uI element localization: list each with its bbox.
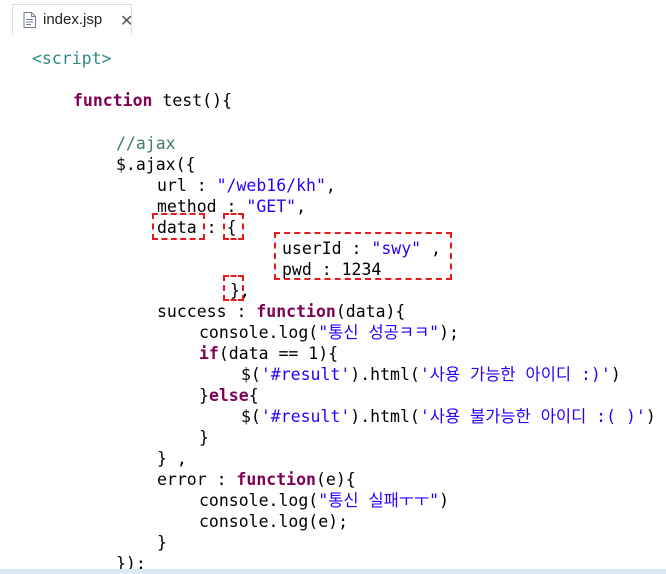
code-line-log-error: console.log(e); xyxy=(199,512,349,531)
jsp-file-icon xyxy=(23,12,36,28)
code-line-url: url : "/web16/kh", xyxy=(157,176,336,195)
code-line-success: success : function(data){ xyxy=(157,302,406,321)
code-line-function-decl: function test(){ xyxy=(73,91,232,110)
highlight-data-key xyxy=(152,213,205,240)
close-icon[interactable]: ✕ xyxy=(120,11,133,31)
code-line-ajax-call: $.ajax({ xyxy=(116,155,196,174)
code-line-error-close: } xyxy=(157,533,167,552)
code-editor[interactable]: <script> function test(){ //ajax $.ajax(… xyxy=(0,37,666,573)
highlight-data-open-brace xyxy=(223,213,244,240)
code-line-log-success: console.log("통신 성공ㅋㅋ"); xyxy=(199,323,459,342)
highlight-data-close-brace xyxy=(223,275,244,301)
code-line-if-close: } xyxy=(199,428,209,447)
code-line-if: if(data == 1){ xyxy=(199,344,339,363)
code-line-log-failure: console.log("통신 실패ㅜㅜ") xyxy=(199,491,450,510)
highlight-data-object xyxy=(274,232,452,280)
tab-index-jsp[interactable]: index.jsp ✕ xyxy=(12,4,133,35)
tab-label: index.jsp xyxy=(43,11,103,28)
code-line-else: }else{ xyxy=(199,386,259,405)
code-line-comment: //ajax xyxy=(116,134,176,153)
code-line-error: error : function(e){ xyxy=(157,470,356,489)
code-line-html-available: $('#result').html('사용 가능한 아이디 :)') xyxy=(241,365,621,384)
editor-tab-bar: index.jsp ✕ xyxy=(0,0,666,37)
code-line-script-open: <script> xyxy=(32,49,112,68)
code-line-success-close: } , xyxy=(157,449,187,468)
code-line-html-unavailable: $('#result').html('사용 불가능한 아이디 :( )') xyxy=(241,407,656,426)
editor-bottom-edge xyxy=(0,569,666,574)
